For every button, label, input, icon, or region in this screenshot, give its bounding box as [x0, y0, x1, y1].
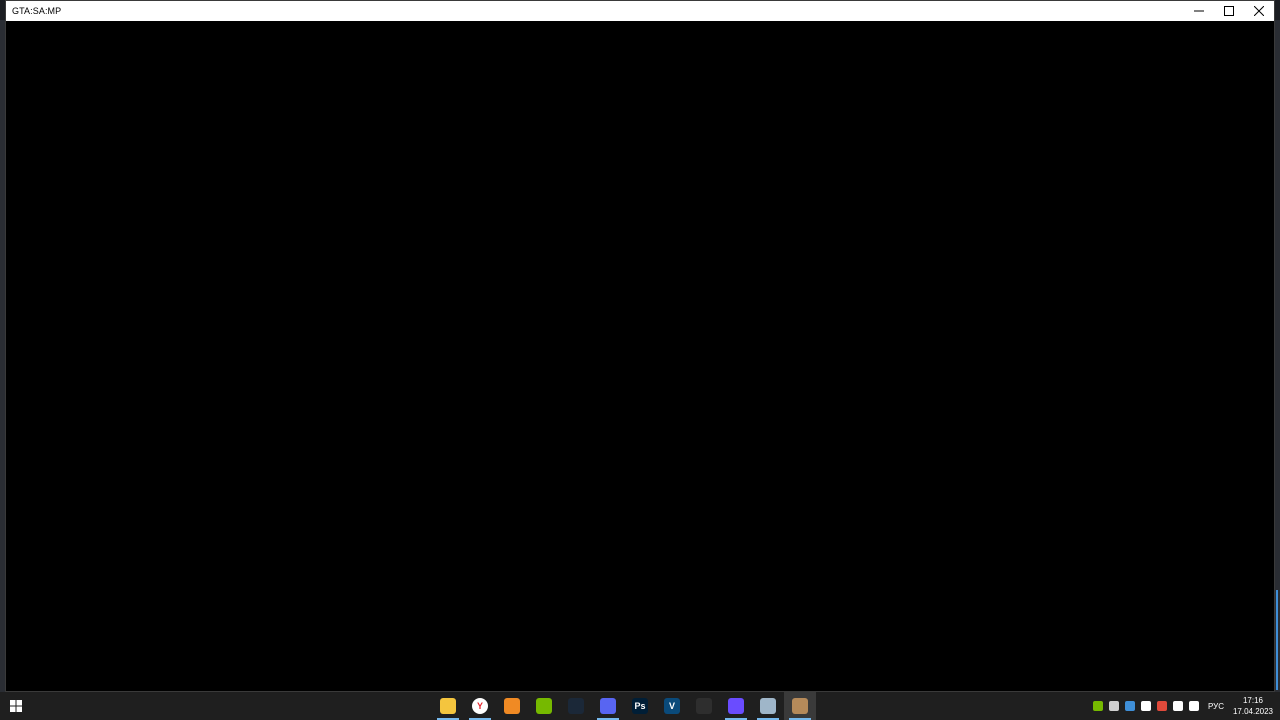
system-tray: РУС 17:16 17.04.2023 — [1090, 692, 1280, 720]
gamepad-tray-icon[interactable] — [1106, 692, 1122, 720]
minimize-icon — [1194, 10, 1204, 12]
taskbar-app-home[interactable] — [720, 692, 752, 720]
photoshop-icon: Ps — [632, 698, 648, 714]
background-scrollbar-thumb — [1276, 590, 1278, 690]
gta-sa-icon — [792, 698, 808, 714]
nvidia-icon — [536, 698, 552, 714]
taskbar-app-photoshop[interactable]: Ps — [624, 692, 656, 720]
clock[interactable]: 17:16 17.04.2023 — [1230, 695, 1280, 717]
taskbar-app-notes[interactable] — [752, 692, 784, 720]
windows-security-glyph — [1156, 701, 1167, 711]
discord-icon — [600, 698, 616, 714]
taskbar-app-discord[interactable] — [592, 692, 624, 720]
windows-logo-icon — [10, 700, 22, 712]
taskbar-app-steam[interactable] — [560, 692, 592, 720]
game-window: GTA:SA:MP — [5, 0, 1275, 692]
window-title: GTA:SA:MP — [12, 6, 62, 16]
close-button[interactable] — [1244, 1, 1274, 21]
taskbar-app-vegas[interactable]: V — [656, 692, 688, 720]
notes-icon — [760, 698, 776, 714]
tray-icons — [1090, 692, 1202, 720]
taskbar-app-mouse[interactable] — [688, 692, 720, 720]
home-icon — [728, 698, 744, 714]
folder-icon — [440, 698, 456, 714]
maximize-icon — [1224, 6, 1234, 16]
memory-card-tray-icon[interactable] — [1122, 692, 1138, 720]
minimize-button[interactable] — [1184, 1, 1214, 21]
taskbar-app-gta-sa[interactable] — [784, 692, 816, 720]
yandex-icon: Y — [472, 698, 488, 714]
nvidia-tray-icon[interactable] — [1090, 692, 1106, 720]
taskbar-app-yandex[interactable]: Y — [464, 692, 496, 720]
gamepad-glyph — [1108, 701, 1119, 711]
start-button[interactable] — [0, 692, 32, 720]
nvidia-glyph — [1092, 701, 1103, 711]
steam-icon — [568, 698, 584, 714]
volume-tray-icon[interactable] — [1186, 692, 1202, 720]
vegas-icon: V — [664, 698, 680, 714]
taskbar: Y Ps V РУС 17:16 17.04.2023 — [0, 692, 1280, 720]
taskbar-app-folder[interactable] — [432, 692, 464, 720]
clock-date: 17.04.2023 — [1232, 707, 1274, 716]
close-icon — [1254, 6, 1264, 16]
language-indicator[interactable]: РУС — [1202, 702, 1230, 711]
taskbar-app-fl-studio[interactable] — [496, 692, 528, 720]
taskbar-app-nvidia[interactable] — [528, 692, 560, 720]
taskbar-apps: Y Ps V — [432, 692, 816, 720]
network-glyph — [1172, 701, 1183, 711]
game-viewport[interactable] — [6, 21, 1274, 691]
window-titlebar[interactable]: GTA:SA:MP — [6, 1, 1274, 21]
microphone-glyph — [1140, 701, 1151, 711]
volume-glyph — [1188, 701, 1199, 711]
mouse-icon — [696, 698, 712, 714]
maximize-button[interactable] — [1214, 1, 1244, 21]
microphone-tray-icon[interactable] — [1138, 692, 1154, 720]
clock-time: 17:16 — [1242, 696, 1264, 705]
windows-security-tray-icon[interactable] — [1154, 692, 1170, 720]
memory-card-glyph — [1124, 701, 1135, 711]
network-tray-icon[interactable] — [1170, 692, 1186, 720]
fl-studio-icon — [504, 698, 520, 714]
